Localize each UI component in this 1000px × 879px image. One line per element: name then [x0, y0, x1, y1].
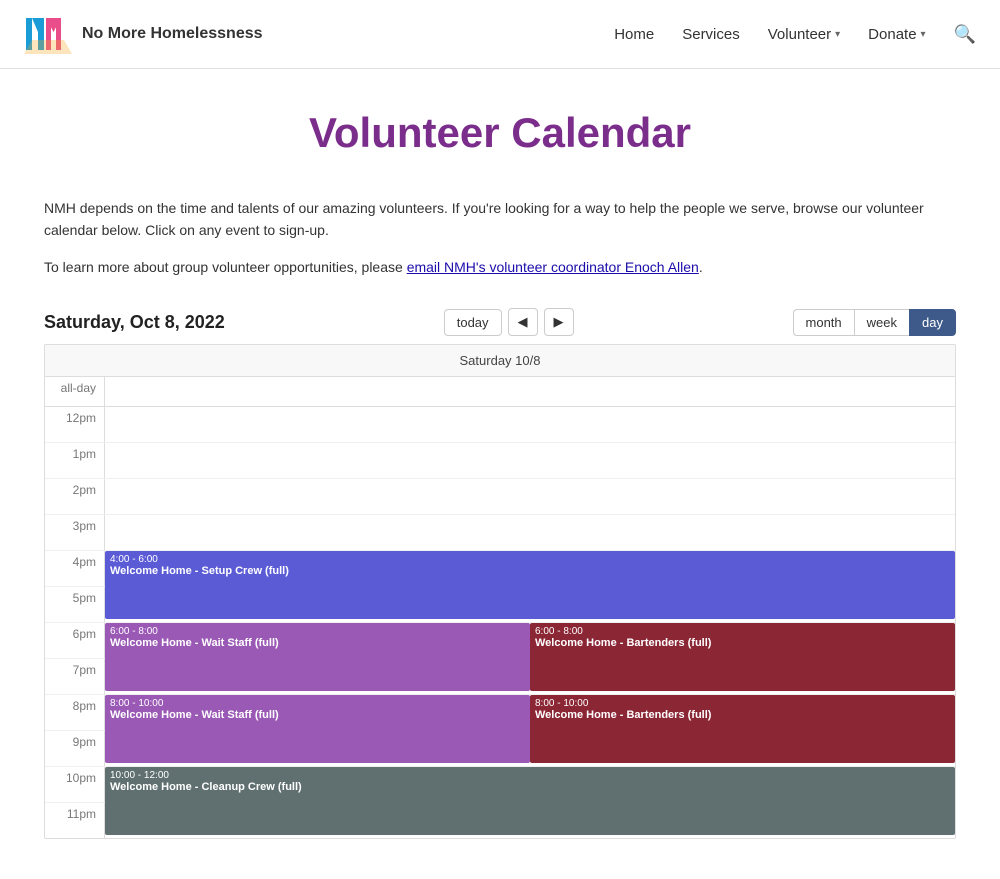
week-view-button[interactable]: week: [854, 309, 909, 336]
time-label-6pm: 6pm: [45, 623, 105, 658]
nmh-logo-svg: [24, 10, 72, 58]
time-cell-4: 4:00 - 6:00Welcome Home - Setup Crew (fu…: [105, 551, 955, 586]
event-event2[interactable]: 6:00 - 8:00Welcome Home - Wait Staff (fu…: [105, 623, 530, 691]
time-cell-6: 6:00 - 8:00Welcome Home - Wait Staff (fu…: [105, 623, 955, 658]
event-title-event6: Welcome Home - Cleanup Crew (full): [110, 781, 950, 793]
time-label-7pm: 7pm: [45, 659, 105, 694]
event-title-event2: Welcome Home - Wait Staff (full): [110, 637, 525, 649]
logo-area: No More Homelessness: [24, 10, 263, 58]
day-view-button[interactable]: day: [909, 309, 956, 336]
time-label-9pm: 9pm: [45, 731, 105, 766]
calendar-date-label: Saturday, Oct 8, 2022: [44, 312, 225, 333]
time-label-8pm: 8pm: [45, 695, 105, 730]
time-label-1pm: 1pm: [45, 443, 105, 478]
allday-cell: [105, 377, 955, 406]
calendar-column-header: Saturday 10/8: [45, 345, 955, 377]
event-event4[interactable]: 8:00 - 10:00Welcome Home - Wait Staff (f…: [105, 695, 530, 763]
site-header: No More Homelessness Home Services Volun…: [0, 0, 1000, 69]
event-title-event1: Welcome Home - Setup Crew (full): [110, 565, 950, 577]
main-content: Volunteer Calendar NMH depends on the ti…: [20, 69, 980, 879]
time-row-3pm: 3pm: [45, 515, 955, 551]
allday-row: all-day: [45, 377, 955, 407]
time-label-10pm: 10pm: [45, 767, 105, 802]
page-title: Volunteer Calendar: [44, 109, 956, 157]
time-row-4pm: 4pm4:00 - 6:00Welcome Home - Setup Crew …: [45, 551, 955, 587]
allday-label: all-day: [45, 377, 105, 406]
calendar-controls: Saturday, Oct 8, 2022 today ◀ ▶ month we…: [44, 308, 956, 336]
main-nav: Home Services Volunteer ▾ Donate ▾ 🔍: [614, 24, 976, 45]
time-row-10pm: 10pm10:00 - 12:00Welcome Home - Cleanup …: [45, 767, 955, 803]
event-event6[interactable]: 10:00 - 12:00Welcome Home - Cleanup Crew…: [105, 767, 955, 835]
calendar-body: all-day 12pm1pm2pm3pm4pm4:00 - 6:00Welco…: [45, 377, 955, 838]
time-label-11pm: 11pm: [45, 803, 105, 838]
time-rows: 12pm1pm2pm3pm4pm4:00 - 6:00Welcome Home …: [45, 407, 955, 838]
event-event3[interactable]: 6:00 - 8:00Welcome Home - Bartenders (fu…: [530, 623, 955, 691]
time-label-2pm: 2pm: [45, 479, 105, 514]
time-row-1pm: 1pm: [45, 443, 955, 479]
time-row-8pm: 8pm8:00 - 10:00Welcome Home - Wait Staff…: [45, 695, 955, 731]
nav-volunteer[interactable]: Volunteer ▾: [768, 26, 840, 43]
calendar: Saturday 10/8 all-day 12pm1pm2pm3pm4pm4:…: [44, 344, 956, 839]
prev-button[interactable]: ◀: [508, 308, 538, 336]
time-cell-10: 10:00 - 12:00Welcome Home - Cleanup Crew…: [105, 767, 955, 802]
time-row-6pm: 6pm6:00 - 8:00Welcome Home - Wait Staff …: [45, 623, 955, 659]
event-time-event2: 6:00 - 8:00: [110, 626, 525, 637]
event-title-event3: Welcome Home - Bartenders (full): [535, 637, 950, 649]
view-buttons: month week day: [793, 309, 956, 336]
time-cell-1: [105, 443, 955, 478]
time-row-2pm: 2pm: [45, 479, 955, 515]
time-label-5pm: 5pm: [45, 587, 105, 622]
event-title-event4: Welcome Home - Wait Staff (full): [110, 709, 525, 721]
event-time-event4: 8:00 - 10:00: [110, 698, 525, 709]
time-cell-2: [105, 479, 955, 514]
search-icon[interactable]: 🔍: [954, 24, 976, 45]
calendar-nav-buttons: today ◀ ▶: [444, 308, 574, 336]
logo-box: [24, 10, 72, 58]
event-time-event5: 8:00 - 10:00: [535, 698, 950, 709]
volunteer-chevron: ▾: [835, 29, 840, 40]
intro-paragraph-1: NMH depends on the time and talents of o…: [44, 197, 956, 242]
time-label-12pm: 12pm: [45, 407, 105, 442]
time-cell-3: [105, 515, 955, 550]
event-event1[interactable]: 4:00 - 6:00Welcome Home - Setup Crew (fu…: [105, 551, 955, 619]
event-time-event6: 10:00 - 12:00: [110, 770, 950, 781]
site-name: No More Homelessness: [82, 25, 263, 43]
nav-services[interactable]: Services: [682, 26, 740, 43]
time-row-12pm: 12pm: [45, 407, 955, 443]
intro-paragraph-2: To learn more about group volunteer oppo…: [44, 256, 956, 278]
donate-chevron: ▾: [921, 29, 926, 40]
event-time-event3: 6:00 - 8:00: [535, 626, 950, 637]
time-label-4pm: 4pm: [45, 551, 105, 586]
nav-home[interactable]: Home: [614, 26, 654, 43]
time-cell-8: 8:00 - 10:00Welcome Home - Wait Staff (f…: [105, 695, 955, 730]
event-title-event5: Welcome Home - Bartenders (full): [535, 709, 950, 721]
month-view-button[interactable]: month: [793, 309, 854, 336]
time-cell-0: [105, 407, 955, 442]
event-time-event1: 4:00 - 6:00: [110, 554, 950, 565]
nav-donate[interactable]: Donate ▾: [868, 26, 925, 43]
time-label-3pm: 3pm: [45, 515, 105, 550]
event-event5[interactable]: 8:00 - 10:00Welcome Home - Bartenders (f…: [530, 695, 955, 763]
email-link[interactable]: email NMH's volunteer coordinator Enoch …: [407, 259, 699, 275]
today-button[interactable]: today: [444, 309, 502, 336]
next-button[interactable]: ▶: [544, 308, 574, 336]
